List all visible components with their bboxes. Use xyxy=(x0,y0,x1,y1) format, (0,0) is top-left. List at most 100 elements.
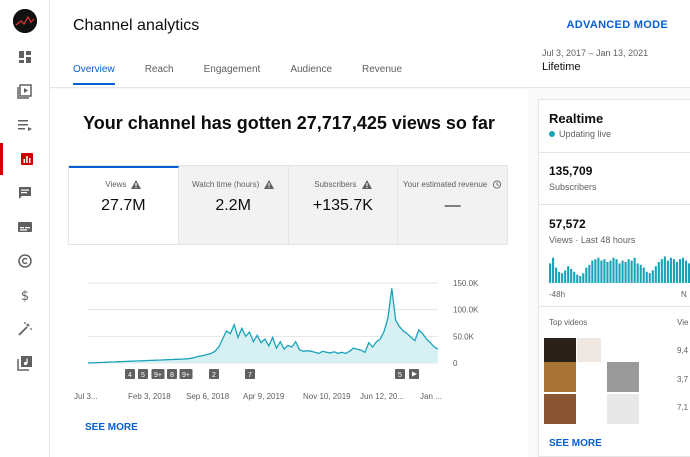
realtime-views-label: Views · Last 48 hours xyxy=(549,235,636,245)
x-tick-label: Sep 6, 2018 xyxy=(186,392,230,401)
realtime-bar xyxy=(639,264,642,283)
subtitles-icon[interactable] xyxy=(0,211,50,243)
realtime-bar xyxy=(633,257,636,283)
playlists-icon[interactable] xyxy=(0,109,50,141)
realtime-bar xyxy=(663,256,666,283)
realtime-bar xyxy=(609,260,612,283)
realtime-bar xyxy=(666,260,669,283)
realtime-bar xyxy=(549,263,552,283)
sidebar: $ xyxy=(0,0,50,457)
content-icon[interactable] xyxy=(0,75,50,107)
video-title-block xyxy=(607,362,639,392)
realtime-bar xyxy=(648,273,651,283)
realtime-bar xyxy=(630,260,633,283)
subscribers-count: 135,709 xyxy=(549,164,593,178)
realtime-card: Realtime Updating live 135,709 Subscribe… xyxy=(538,99,690,457)
realtime-bar xyxy=(564,270,567,283)
realtime-views-count: 57,572 xyxy=(549,217,586,231)
date-range[interactable]: Jul 3, 2017 – Jan 13, 2021 xyxy=(542,48,648,58)
realtime-bar xyxy=(585,267,588,283)
divider xyxy=(539,204,690,205)
warning-icon xyxy=(264,180,275,189)
metric-subscribers-value: +135.7K xyxy=(312,197,373,214)
x-tick-label: Jul 3... xyxy=(74,392,98,401)
date-label[interactable]: Lifetime xyxy=(542,61,581,73)
annotation-marker-label: 8 xyxy=(170,372,174,379)
metric-subscribers[interactable]: Subscribers +135.7K xyxy=(288,166,399,244)
warning-icon xyxy=(361,180,372,189)
realtime-bar xyxy=(681,257,685,283)
views-headline: Your channel has gotten 27,717,425 views… xyxy=(83,113,495,133)
realtime-bar xyxy=(591,260,594,283)
realtime-bar xyxy=(582,273,585,283)
metric-label: Watch time (hours) xyxy=(179,180,288,189)
metric-watch-time-label: Watch time (hours) xyxy=(191,180,260,189)
video-thumbnail[interactable] xyxy=(544,362,576,392)
realtime-bar xyxy=(603,259,606,283)
y-tick-label: 50.0K xyxy=(453,332,475,341)
metric-revenue-value: — xyxy=(444,197,461,214)
realtime-bar xyxy=(675,262,678,283)
realtime-bar xyxy=(588,264,591,283)
tab-audience[interactable]: Audience xyxy=(290,64,332,85)
metric-watch-time[interactable]: Watch time (hours) 2.2M xyxy=(178,166,289,244)
realtime-bar xyxy=(570,269,573,283)
audio-library-icon[interactable] xyxy=(0,347,50,379)
realtime-bar-chart[interactable] xyxy=(549,253,690,283)
realtime-bar xyxy=(669,257,672,283)
realtime-bar xyxy=(567,266,570,283)
realtime-bar xyxy=(678,259,682,283)
realtime-see-more-button[interactable]: SEE MORE xyxy=(549,438,602,449)
axis-left-label: -48h xyxy=(549,290,566,299)
realtime-bar xyxy=(621,260,624,283)
warning-icon xyxy=(131,180,142,189)
see-more-button[interactable]: SEE MORE xyxy=(85,422,138,433)
realtime-bar xyxy=(651,270,654,283)
avatar[interactable] xyxy=(13,9,37,33)
metric-views-label: Views xyxy=(105,180,127,189)
analytics-icon[interactable] xyxy=(0,143,50,175)
customization-icon[interactable] xyxy=(0,313,50,345)
metric-label: Your estimated revenue xyxy=(398,180,507,189)
realtime-bar xyxy=(594,259,597,283)
tab-revenue[interactable]: Revenue xyxy=(362,64,402,85)
realtime-bar xyxy=(561,273,564,283)
copyright-icon[interactable] xyxy=(0,245,50,277)
advanced-mode-button[interactable]: ADVANCED MODE xyxy=(567,19,668,31)
realtime-bar xyxy=(627,259,630,283)
metric-revenue-label: Your estimated revenue xyxy=(403,180,488,189)
metric-revenue[interactable]: Your estimated revenue — xyxy=(398,166,507,244)
video-thumbnail[interactable] xyxy=(544,338,576,364)
metric-views[interactable]: Views 27.7M xyxy=(69,166,179,244)
divider xyxy=(539,152,690,153)
realtime-bar xyxy=(636,263,639,283)
dashboard-icon[interactable] xyxy=(0,41,50,73)
realtime-bar xyxy=(597,257,600,283)
realtime-bar xyxy=(654,266,657,283)
realtime-bar xyxy=(624,262,627,283)
subscribers-label: Subscribers xyxy=(549,182,597,192)
tab-reach[interactable]: Reach xyxy=(145,64,174,85)
realtime-bar xyxy=(660,259,663,283)
x-tick-label: Apr 9, 2019 xyxy=(243,392,285,401)
metric-watch-time-value: 2.2M xyxy=(215,197,251,214)
top-videos-label: Top videos xyxy=(549,318,588,327)
tab-overview[interactable]: Overview xyxy=(73,64,115,85)
x-tick-label: Jan ... xyxy=(420,392,442,401)
annotation-marker-label: 7 xyxy=(248,372,252,379)
realtime-bar xyxy=(684,260,688,283)
realtime-bar xyxy=(612,257,615,283)
realtime-title: Realtime xyxy=(549,111,604,126)
views-chart[interactable]: 150.0K 100.0K 50.0K 0 4 5 9+ 8 9+ 2 7 5 Jul 3... Feb … xyxy=(68,265,508,425)
realtime-bar xyxy=(555,267,558,283)
video-thumbnail[interactable] xyxy=(544,394,576,424)
axis-right-label: N xyxy=(681,290,687,299)
x-tick-label: Nov 10, 2019 xyxy=(303,392,351,401)
realtime-bar xyxy=(672,259,675,283)
tab-engagement[interactable]: Engagement xyxy=(204,64,261,85)
realtime-bar xyxy=(579,276,582,283)
comments-icon[interactable] xyxy=(0,177,50,209)
monetization-icon[interactable]: $ xyxy=(0,279,50,311)
metric-label: Subscribers xyxy=(289,180,398,189)
video-views: 7,1 xyxy=(677,403,689,412)
